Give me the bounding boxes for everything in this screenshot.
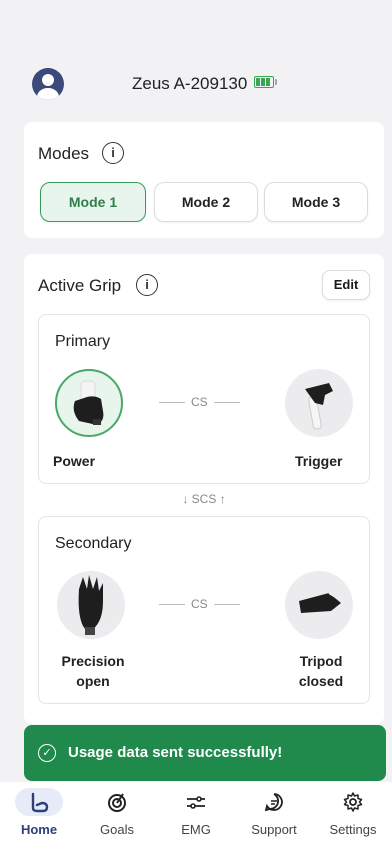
avatar-icon[interactable] bbox=[32, 68, 64, 100]
mode-1-button[interactable]: Mode 1 bbox=[40, 182, 146, 222]
precision-open-grip-icon[interactable] bbox=[57, 571, 125, 639]
tab-home[interactable]: Home bbox=[0, 782, 78, 845]
success-toast[interactable]: ✓ Usage data sent successfully! bbox=[24, 725, 386, 781]
support-icon bbox=[259, 788, 289, 816]
tab-settings-label: Settings bbox=[329, 822, 377, 837]
emg-icon bbox=[181, 788, 211, 816]
active-grip-title: Active Grip bbox=[38, 276, 122, 295]
check-circle-icon: ✓ bbox=[38, 744, 56, 762]
bottom-tab-bar: Home Goals EMG Support Settings bbox=[0, 782, 392, 845]
precision-label: Precision open bbox=[61, 653, 125, 689]
tab-emg-label: EMG bbox=[181, 822, 211, 837]
device-header: Zeus A-209130 bbox=[0, 66, 392, 106]
tab-home-label: Home bbox=[20, 822, 58, 837]
tripod-label: Tripod closed bbox=[298, 653, 344, 689]
secondary-title: Secondary bbox=[55, 535, 132, 552]
active-grip-card: Active Grip i Edit Primary CS Power Trig… bbox=[24, 254, 384, 724]
modes-title: Modes bbox=[38, 144, 90, 163]
up-arrow-icon: ↑ bbox=[219, 492, 226, 506]
toast-message: Usage data sent successfully! bbox=[68, 744, 283, 761]
primary-cs-connector: CS bbox=[159, 395, 240, 409]
battery-tip bbox=[275, 79, 277, 85]
tab-goals[interactable]: Goals bbox=[78, 782, 156, 845]
scs-label: SCS bbox=[191, 492, 217, 506]
power-grip-icon[interactable] bbox=[55, 369, 123, 437]
battery-icon bbox=[254, 76, 274, 88]
gear-icon bbox=[338, 788, 368, 816]
tab-settings[interactable]: Settings bbox=[314, 782, 392, 845]
home-icon bbox=[15, 788, 63, 816]
mode-2-button[interactable]: Mode 2 bbox=[154, 182, 258, 222]
secondary-grip-box: Secondary CS Precision open Tripod close… bbox=[38, 516, 370, 704]
scs-switch-indicator: ↓ SCS ↑ bbox=[24, 492, 384, 506]
goals-icon bbox=[102, 788, 132, 816]
modes-card: Modes i Mode 1 Mode 2 Mode 3 bbox=[24, 122, 384, 238]
tab-emg[interactable]: EMG bbox=[157, 782, 235, 845]
modes-info-icon[interactable]: i bbox=[102, 142, 124, 164]
tab-goals-label: Goals bbox=[100, 822, 134, 837]
active-grip-info-icon[interactable]: i bbox=[136, 274, 158, 296]
down-arrow-icon: ↓ bbox=[182, 492, 189, 506]
primary-title: Primary bbox=[55, 333, 111, 350]
power-label: Power bbox=[53, 453, 96, 469]
primary-grip-box: Primary CS Power Trigger bbox=[38, 314, 370, 484]
mode-3-button[interactable]: Mode 3 bbox=[264, 182, 368, 222]
trigger-grip-icon[interactable] bbox=[285, 369, 353, 437]
device-name: Zeus A-209130 bbox=[132, 74, 248, 93]
secondary-cs-connector: CS bbox=[159, 597, 240, 611]
tripod-closed-grip-icon[interactable] bbox=[285, 571, 353, 639]
tab-support[interactable]: Support bbox=[235, 782, 313, 845]
edit-button[interactable]: Edit bbox=[322, 270, 370, 300]
tab-support-label: Support bbox=[251, 822, 297, 837]
trigger-label: Trigger bbox=[295, 453, 343, 469]
